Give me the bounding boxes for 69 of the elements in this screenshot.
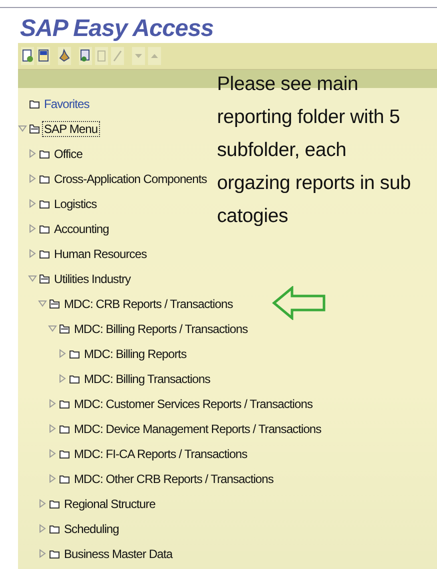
tree-item[interactable]: MDC: FI-CA Reports / Transactions: [72, 446, 250, 462]
folder-icon: [59, 448, 70, 458]
document-icon: [79, 48, 92, 64]
expand-triangle-icon[interactable]: [38, 549, 47, 558]
expand-triangle-icon[interactable]: [28, 174, 37, 183]
open-folder-icon: [29, 124, 40, 134]
expand-triangle-icon[interactable]: [58, 374, 67, 383]
tree-item[interactable]: Office: [52, 146, 84, 162]
open-folder-icon: [39, 274, 50, 284]
folder-icon: [39, 198, 50, 208]
folder-icon: [59, 398, 70, 408]
collapse-triangle-icon[interactable]: [38, 299, 47, 308]
folder-icon: [29, 98, 40, 108]
collapse-triangle-icon[interactable]: [48, 324, 57, 333]
expand-triangle-icon[interactable]: [28, 149, 37, 158]
annotation-text: Please see main reporting folder with 5 subfolder, each orgazing reports in sub catogies: [217, 72, 411, 229]
tree-item[interactable]: Logistics: [52, 196, 99, 212]
folder-icon: [69, 374, 80, 384]
expand-triangle-icon[interactable]: [28, 224, 37, 233]
tree-item[interactable]: MDC: Billing Reports / Transactions: [72, 320, 250, 336]
down-triangle-icon: [135, 54, 142, 58]
open-folder-icon: [59, 324, 70, 334]
expand-triangle-icon[interactable]: [48, 424, 57, 433]
window-title: SAP Easy Access: [20, 15, 214, 43]
expand-triangle-icon[interactable]: [48, 399, 57, 408]
tree-item[interactable]: Utilities Industry: [52, 270, 133, 286]
folder-icon: [39, 224, 50, 234]
tree-item[interactable]: Cross-Application Components: [52, 170, 209, 186]
collapse-triangle-icon[interactable]: [18, 124, 27, 133]
toolbar-button[interactable]: [79, 47, 92, 65]
tree-item[interactable]: Human Resources: [52, 246, 149, 262]
expand-triangle-icon[interactable]: [38, 499, 47, 508]
open-folder-icon: [49, 298, 60, 308]
expand-triangle-icon[interactable]: [38, 524, 47, 533]
folder-icon: [39, 148, 50, 158]
pencil-icon: [111, 48, 124, 64]
toolbar-button[interactable]: [21, 47, 34, 65]
tree-item[interactable]: MDC: Billing Reports: [82, 346, 188, 362]
tree-item[interactable]: MDC: Other CRB Reports / Transactions: [72, 470, 276, 486]
screen-icon: [37, 48, 50, 64]
tree-item[interactable]: MDC: Billing Transactions: [82, 370, 212, 386]
folder-icon: [49, 498, 60, 508]
expand-triangle-icon[interactable]: [58, 349, 67, 358]
page-icon: [95, 48, 108, 64]
left-arrow-icon: [272, 286, 326, 320]
folder-icon: [59, 474, 70, 484]
tree-item[interactable]: Accounting: [52, 220, 111, 236]
tree-item[interactable]: MDC: CRB Reports / Transactions: [62, 296, 235, 312]
expand-triangle-icon[interactable]: [48, 474, 57, 483]
expand-triangle-icon[interactable]: [48, 449, 57, 458]
tree-item[interactable]: Regional Structure: [62, 496, 158, 512]
tree-item[interactable]: Business Master Data: [62, 546, 174, 562]
folder-icon: [49, 548, 60, 558]
tree-item[interactable]: Favorites: [42, 96, 92, 112]
folder-icon: [69, 348, 80, 358]
collapse-triangle-icon[interactable]: [28, 274, 37, 283]
tree-item[interactable]: SAP Menu: [42, 120, 100, 136]
up-triangle-icon: [151, 54, 158, 58]
toolbar-button[interactable]: [37, 47, 50, 65]
folder-icon: [39, 248, 50, 258]
tree-item[interactable]: MDC: Customer Services Reports / Transactions: [72, 396, 314, 412]
expand-triangle-icon[interactable]: [28, 249, 37, 258]
expand-triangle-icon[interactable]: [28, 199, 37, 208]
folder-icon: [39, 174, 50, 184]
document-icon: [21, 48, 34, 64]
folder-icon: [59, 424, 70, 434]
folder-icon: [49, 524, 60, 534]
tree-item[interactable]: Scheduling: [62, 520, 121, 536]
tree-item[interactable]: MDC: Device Management Reports / Transactions: [72, 420, 324, 436]
